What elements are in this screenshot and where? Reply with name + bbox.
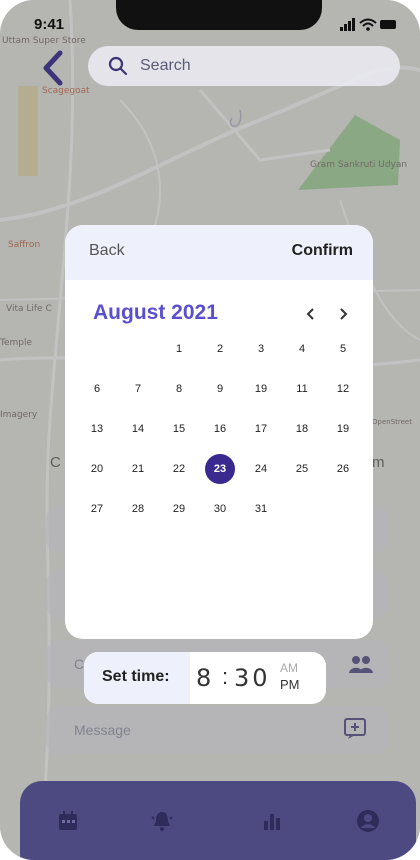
calendar-day[interactable]: 17 <box>243 415 279 443</box>
status-time: 9:41 <box>34 16 65 33</box>
calendar-day-selected[interactable]: 23 <box>205 454 235 484</box>
calendar-day[interactable]: 3 <box>243 335 279 363</box>
calendar-day[interactable]: 26 <box>325 455 361 483</box>
calendar-day[interactable]: 22 <box>161 455 197 483</box>
calendar-day[interactable]: 21 <box>120 455 156 483</box>
set-time-label: Set time: <box>102 668 170 685</box>
wifi-icon <box>359 18 377 24</box>
battery-icon <box>380 20 396 29</box>
set-time-label-area: Set time: <box>84 652 190 704</box>
chevron-right-icon[interactable] <box>337 307 349 321</box>
hour-value[interactable]: 8 <box>196 664 211 692</box>
device-notch <box>116 0 322 30</box>
calendar-day[interactable]: 12 <box>325 375 361 403</box>
signal-icon <box>340 27 343 31</box>
calendar-day[interactable]: 29 <box>161 495 197 523</box>
calendar-day[interactable]: 19 <box>325 415 361 443</box>
calendar-day[interactable]: 30 <box>202 495 238 523</box>
pm-option[interactable]: PM <box>280 677 300 692</box>
calendar-day[interactable]: 27 <box>79 495 115 523</box>
calendar-day[interactable]: 1 <box>161 335 197 363</box>
calendar-day[interactable]: 20 <box>79 455 115 483</box>
calendar-day[interactable]: 2 <box>202 335 238 363</box>
bottom-nav <box>20 781 416 860</box>
calendar-day[interactable]: 16 <box>202 415 238 443</box>
bell-icon[interactable] <box>150 809 174 833</box>
calendar-day[interactable]: 7 <box>120 375 156 403</box>
calendar-day[interactable]: 19 <box>243 375 279 403</box>
set-time-panel: Set time: 8 : 30 AM PM <box>84 652 326 704</box>
date-picker-modal: Back Confirm August 2021 1 2 3 4 5 6 7 8 9 19 11 12… <box>65 225 373 639</box>
calendar-day[interactable]: 14 <box>120 415 156 443</box>
calendar-day[interactable]: 8 <box>161 375 197 403</box>
calendar-day[interactable]: 15 <box>161 415 197 443</box>
profile-icon[interactable] <box>356 809 380 833</box>
calendar-day[interactable]: 4 <box>284 335 320 363</box>
status-icons <box>340 18 396 31</box>
search-input[interactable]: Search <box>140 57 191 75</box>
calendar-day[interactable]: 9 <box>202 375 238 403</box>
am-option[interactable]: AM <box>280 661 298 675</box>
time-separator: : <box>222 664 229 689</box>
phone-screen: Uttam Super Store Scagegoat Gram Sankrut… <box>0 0 420 860</box>
calendar-day[interactable]: 31 <box>243 495 279 523</box>
bar-chart-icon[interactable] <box>260 809 284 833</box>
month-title: August 2021 <box>93 301 218 324</box>
calendar-day[interactable]: 5 <box>325 335 361 363</box>
back-button[interactable]: Back <box>89 242 125 260</box>
confirm-button[interactable]: Confirm <box>292 242 353 260</box>
calendar-icon[interactable] <box>56 809 80 833</box>
calendar-day[interactable]: 13 <box>79 415 115 443</box>
calendar-day[interactable]: 18 <box>284 415 320 443</box>
search-icon <box>108 56 128 76</box>
modal-header: Back Confirm <box>65 225 373 280</box>
calendar-day[interactable]: 11 <box>284 375 320 403</box>
calendar-day[interactable]: 24 <box>243 455 279 483</box>
minute-value[interactable]: 30 <box>234 664 271 692</box>
chevron-left-icon[interactable] <box>305 307 317 321</box>
calendar-day[interactable]: 6 <box>79 375 115 403</box>
back-arrow-icon[interactable] <box>40 50 66 86</box>
calendar-day[interactable]: 28 <box>120 495 156 523</box>
search-bar[interactable]: Search <box>88 46 400 86</box>
calendar-day[interactable]: 25 <box>284 455 320 483</box>
